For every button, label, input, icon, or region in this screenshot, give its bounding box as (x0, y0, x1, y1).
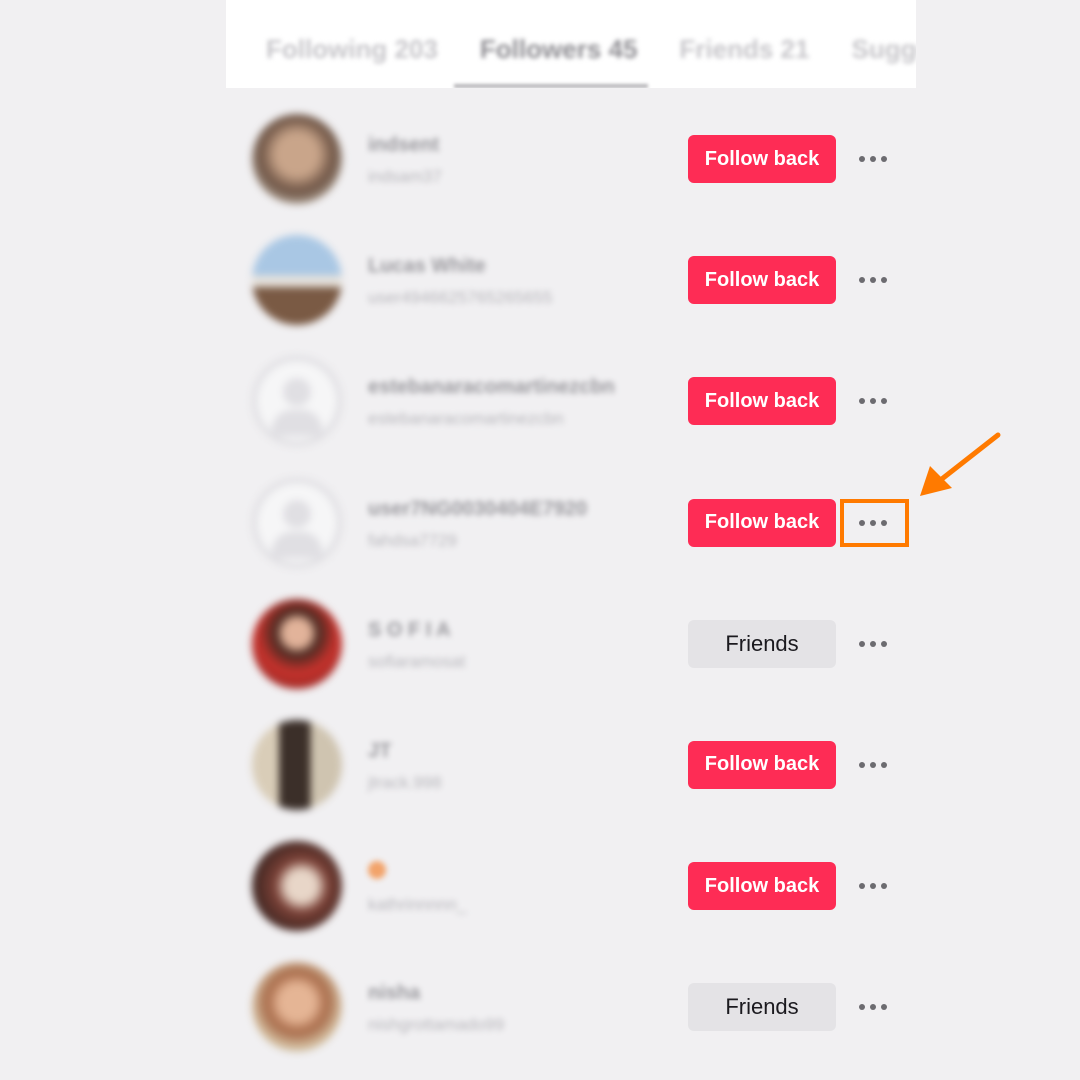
ellipsis-horizontal-icon[interactable] (852, 869, 894, 903)
friends-button[interactable]: Friends (688, 619, 836, 668)
ellipsis-horizontal-icon[interactable] (852, 990, 894, 1024)
followers-screen: Following 203 Followers 45 Friends 21 Su… (226, 0, 916, 1080)
active-tab-indicator (454, 84, 648, 88)
avatar[interactable] (252, 719, 342, 810)
username: nishgrottamado99 (368, 1015, 505, 1035)
avatar[interactable] (252, 962, 342, 1053)
list-item: user7NG0030404E7920 fahdsa7729 Follow ba… (226, 462, 916, 583)
friends-button[interactable]: Friends (688, 983, 836, 1032)
follow-back-button[interactable]: Follow back (688, 740, 836, 789)
screen: Following 203 Followers 45 Friends 21 Su… (0, 0, 1080, 1080)
avatar[interactable] (252, 841, 342, 932)
avatar[interactable] (252, 114, 342, 204)
ellipsis-horizontal-icon[interactable] (852, 142, 894, 176)
list-item: JT jtrack.998 Follow back (226, 704, 916, 825)
display-name[interactable]: Lucas White (368, 255, 552, 278)
display-name[interactable]: JT (368, 740, 442, 763)
follow-back-button[interactable]: Follow back (688, 135, 836, 183)
list-item: estebanaracomartinezcbn estebanaracomart… (226, 340, 916, 461)
followers-list: indsent indsam37 Follow back Lucas White… (226, 98, 916, 1068)
display-name[interactable]: user7NG0030404E7920 (368, 498, 587, 521)
ellipsis-horizontal-icon[interactable] (852, 627, 894, 661)
follow-back-button[interactable]: Follow back (688, 498, 836, 547)
list-item: Lucas White user4946625765265655 Follow … (226, 219, 916, 340)
tab-followers[interactable]: Followers 45 (480, 34, 638, 65)
ellipsis-horizontal-icon[interactable] (852, 384, 894, 418)
default-avatar-icon[interactable] (252, 477, 342, 568)
username: jtrack.998 (368, 772, 442, 792)
list-item: nisha nishgrottamado99 Friends (226, 946, 916, 1067)
username: kathrinnnnn_ (368, 895, 467, 915)
default-avatar-icon[interactable] (252, 356, 342, 447)
follow-back-button[interactable]: Follow back (688, 377, 836, 426)
tab-following[interactable]: Following 203 (266, 34, 438, 65)
follow-back-button[interactable]: Follow back (688, 256, 836, 305)
display-name[interactable]: estebanaracomartinezcbn (368, 376, 615, 399)
list-item: kathrinnnnn_ Follow back (226, 825, 916, 946)
avatar[interactable] (252, 235, 342, 326)
tab-suggested[interactable]: Suggested (851, 34, 916, 65)
ellipsis-horizontal-icon[interactable] (852, 263, 894, 297)
tab-bar: Following 203 Followers 45 Friends 21 Su… (226, 0, 916, 88)
tab-friends[interactable]: Friends 21 (679, 34, 809, 65)
username: user4946625765265655 (368, 288, 553, 308)
display-name[interactable] (368, 861, 466, 885)
ellipsis-horizontal-icon[interactable] (852, 748, 894, 782)
username: fahdsa7729 (368, 530, 457, 550)
tabs: Following 203 Followers 45 Friends 21 Su… (266, 34, 916, 65)
display-name[interactable]: nisha (368, 982, 504, 1005)
arrow-icon (920, 432, 1001, 496)
username: sofiaramosat (368, 651, 466, 671)
highlight-box (840, 499, 909, 547)
emoji-icon (368, 861, 386, 880)
list-item: indsent indsam37 Follow back (226, 98, 916, 219)
username: indsam37 (368, 167, 442, 186)
avatar[interactable] (252, 598, 342, 689)
list-item: S O F I A sofiaramosat Friends (226, 583, 916, 704)
username: estebanaracomartinezcbn (368, 409, 564, 429)
display-name[interactable]: indsent (368, 134, 442, 157)
display-name[interactable]: S O F I A (368, 619, 465, 642)
follow-back-button[interactable]: Follow back (688, 862, 836, 911)
